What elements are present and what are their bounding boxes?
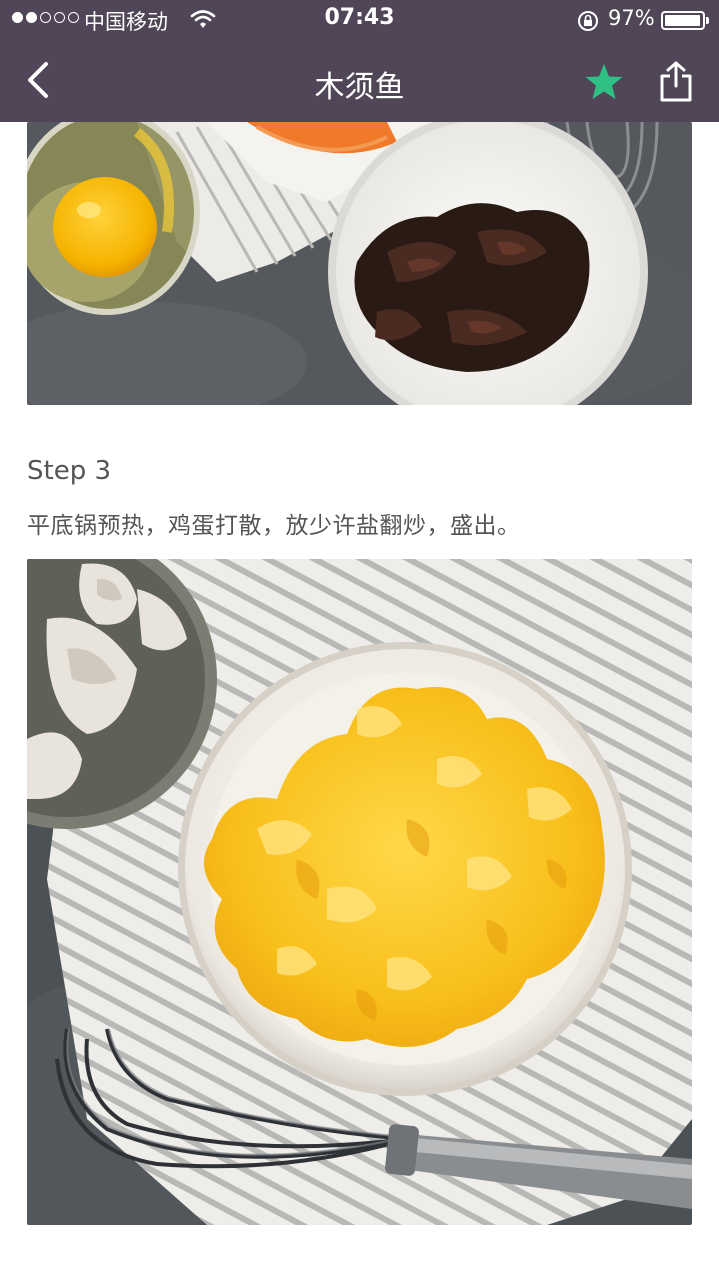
top-bar: 中国移动 07:43 97% 木须鱼 bbox=[0, 0, 719, 122]
status-bar: 中国移动 07:43 97% bbox=[0, 0, 719, 40]
step-description: 平底锅预热，鸡蛋打散，放少许盐翻炒，盛出。 bbox=[27, 513, 521, 539]
share-icon[interactable] bbox=[656, 60, 696, 104]
navigation-bar: 木须鱼 bbox=[0, 40, 719, 122]
recipe-content[interactable]: Step 3 平底锅预热，鸡蛋打散，放少许盐翻炒，盛出。 bbox=[0, 122, 719, 1280]
battery-percent: 97% bbox=[608, 6, 655, 30]
scrambled-eggs-illustration bbox=[27, 559, 692, 1225]
rotation-lock-icon bbox=[578, 11, 598, 31]
star-icon[interactable] bbox=[584, 62, 624, 102]
battery-tip bbox=[706, 17, 709, 24]
battery-icon bbox=[661, 11, 705, 30]
step-photo-scrambled-eggs bbox=[27, 559, 692, 1225]
step-photo-ingredients bbox=[27, 122, 692, 405]
ingredients-illustration bbox=[27, 122, 692, 405]
step-label: Step 3 bbox=[27, 456, 112, 486]
battery-fill bbox=[665, 15, 700, 26]
